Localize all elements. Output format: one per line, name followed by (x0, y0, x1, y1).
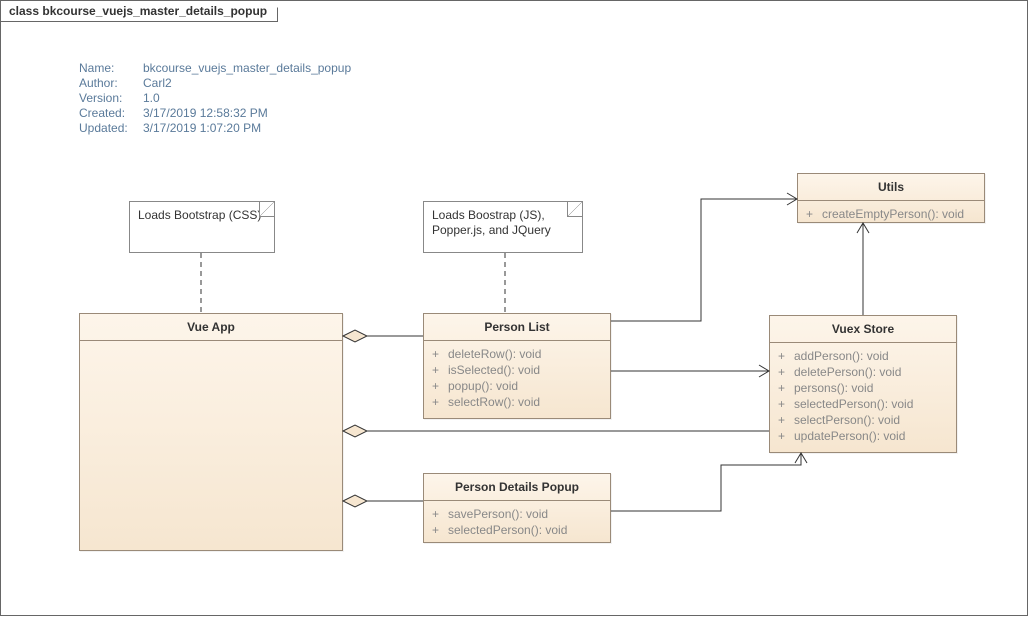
meta-version-value: 1.0 (143, 91, 160, 105)
op-text: isSelected(): void (448, 363, 540, 377)
metadata-block: Name:bkcourse_vuejs_master_details_popup… (79, 61, 351, 136)
note-vueapp[interactable]: Loads Bootstrap (CSS) (129, 201, 275, 253)
class-vue-app-title: Vue App (80, 314, 342, 341)
class-person-list-title: Person List (424, 314, 610, 341)
class-person-details-title: Person Details Popup (424, 474, 610, 501)
op-text: persons(): void (794, 381, 873, 395)
meta-author-value: Carl2 (143, 76, 172, 90)
op-text: selectPerson(): void (794, 413, 900, 427)
meta-author-label: Author: (79, 76, 143, 90)
meta-created-label: Created: (79, 106, 143, 120)
diagram-canvas: class bkcourse_vuejs_master_details_popu… (0, 0, 1028, 616)
class-vuex-store[interactable]: Vuex Store +addPerson(): void +deletePer… (769, 315, 957, 453)
meta-created-value: 3/17/2019 12:58:32 PM (143, 106, 268, 120)
class-person-list[interactable]: Person List +deleteRow(): void +isSelect… (423, 313, 611, 419)
op-text: selectedPerson(): void (794, 397, 913, 411)
op-text: deletePerson(): void (794, 365, 901, 379)
class-vuex-store-title: Vuex Store (770, 316, 956, 343)
class-vue-app[interactable]: Vue App (79, 313, 343, 551)
class-utils[interactable]: Utils +createEmptyPerson(): void (797, 173, 985, 223)
note-vueapp-text: Loads Bootstrap (CSS) (138, 208, 261, 222)
op-text: selectedPerson(): void (448, 523, 567, 537)
op-text: updatePerson(): void (794, 429, 905, 443)
op-text: createEmptyPerson(): void (822, 207, 964, 221)
op-text: popup(): void (448, 379, 518, 393)
op-text: selectRow(): void (448, 395, 540, 409)
meta-updated-label: Updated: (79, 121, 143, 135)
op-text: deleteRow(): void (448, 347, 541, 361)
op-text: savePerson(): void (448, 507, 548, 521)
meta-name-label: Name: (79, 61, 143, 75)
op-text: addPerson(): void (794, 349, 889, 363)
class-person-details-popup[interactable]: Person Details Popup +savePerson(): void… (423, 473, 611, 543)
note-personlist[interactable]: Loads Boostrap (JS), Popper.js, and JQue… (423, 201, 583, 253)
meta-updated-value: 3/17/2019 1:07:20 PM (143, 121, 261, 135)
frame-title-text: class bkcourse_vuejs_master_details_popu… (9, 4, 267, 18)
meta-name-value: bkcourse_vuejs_master_details_popup (143, 61, 351, 75)
frame-title: class bkcourse_vuejs_master_details_popu… (1, 1, 278, 22)
class-utils-title: Utils (798, 174, 984, 201)
note-personlist-text: Loads Boostrap (JS), Popper.js, and JQue… (432, 208, 551, 237)
meta-version-label: Version: (79, 91, 143, 105)
